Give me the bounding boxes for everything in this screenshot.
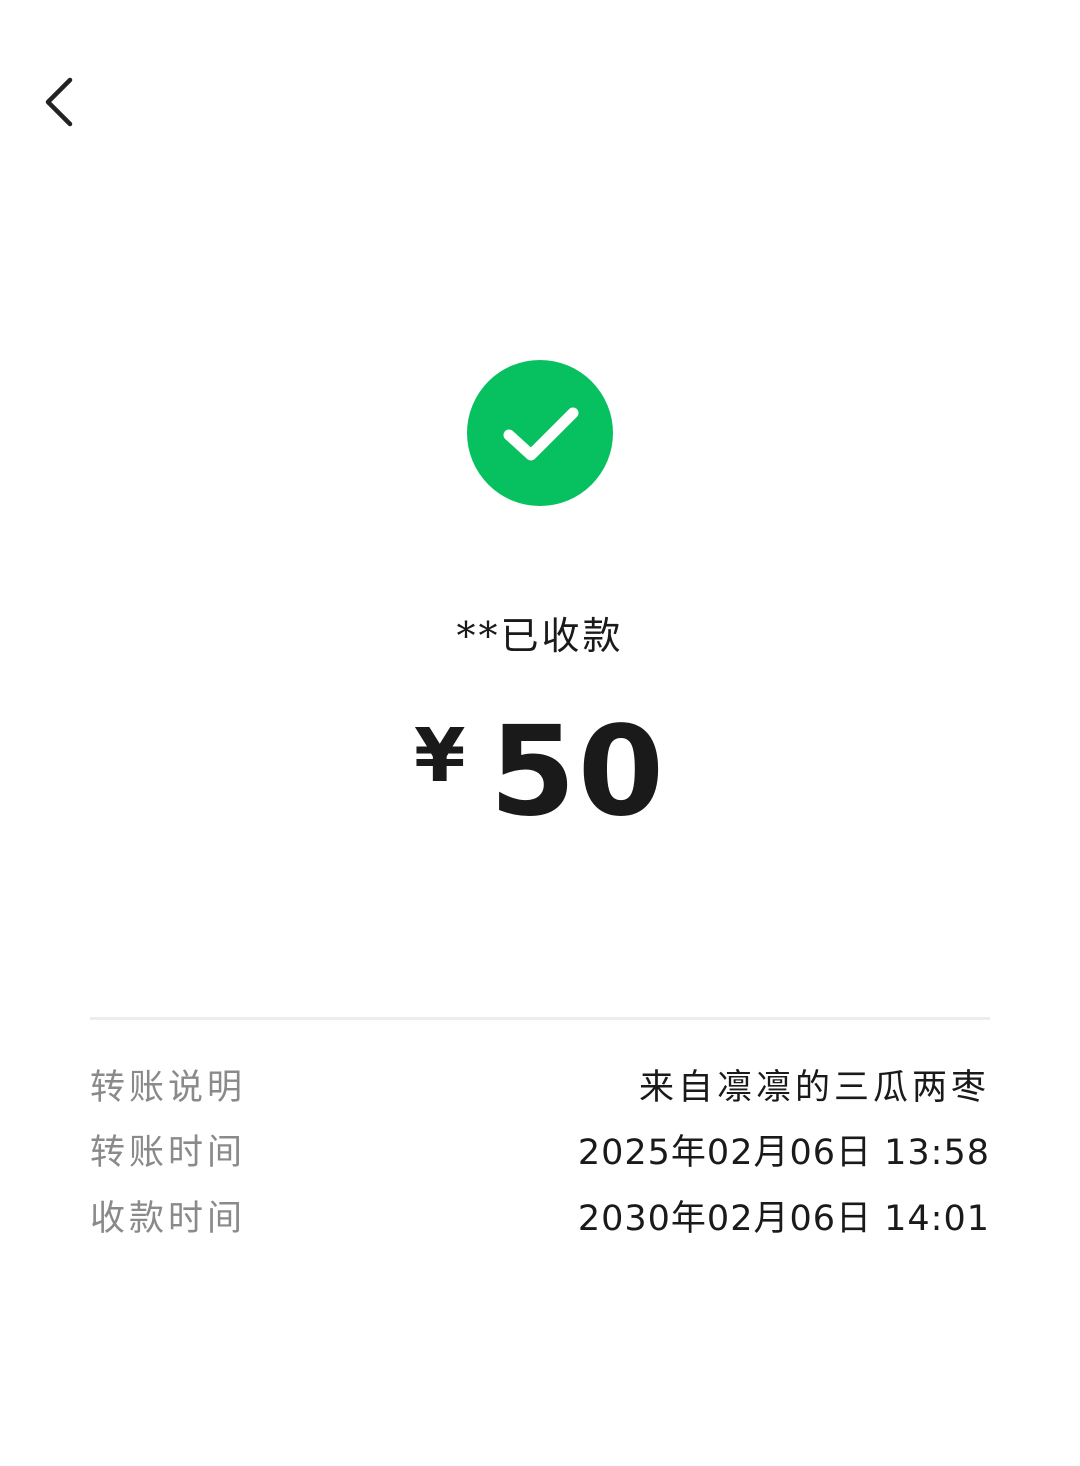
check-circle-icon [467, 360, 613, 506]
detail-row-transfer-time: 转账时间 2025年02月06日 13:58 [90, 1121, 990, 1177]
detail-value: 2030年02月06日 14:01 [577, 1198, 990, 1239]
detail-value: 2025年02月06日 13:58 [577, 1132, 990, 1173]
amount: ¥ 50 [0, 702, 1080, 842]
amount-value: 50 [489, 700, 667, 844]
detail-label: 转账时间 [90, 1132, 247, 1173]
divider [90, 1017, 990, 1020]
currency-symbol: ¥ [413, 713, 466, 799]
status-text: **已收款 [456, 614, 624, 658]
detail-value: 来自凛凛的三瓜两枣 [638, 1067, 990, 1108]
detail-row-receive-time: 收款时间 2030年02月06日 14:01 [90, 1187, 990, 1243]
back-button[interactable] [28, 66, 92, 138]
detail-row-transfer-note: 转账说明 来自凛凛的三瓜两枣 [90, 1056, 990, 1112]
chevron-left-icon [45, 77, 73, 127]
detail-label: 转账说明 [90, 1067, 247, 1108]
detail-label: 收款时间 [90, 1198, 247, 1239]
